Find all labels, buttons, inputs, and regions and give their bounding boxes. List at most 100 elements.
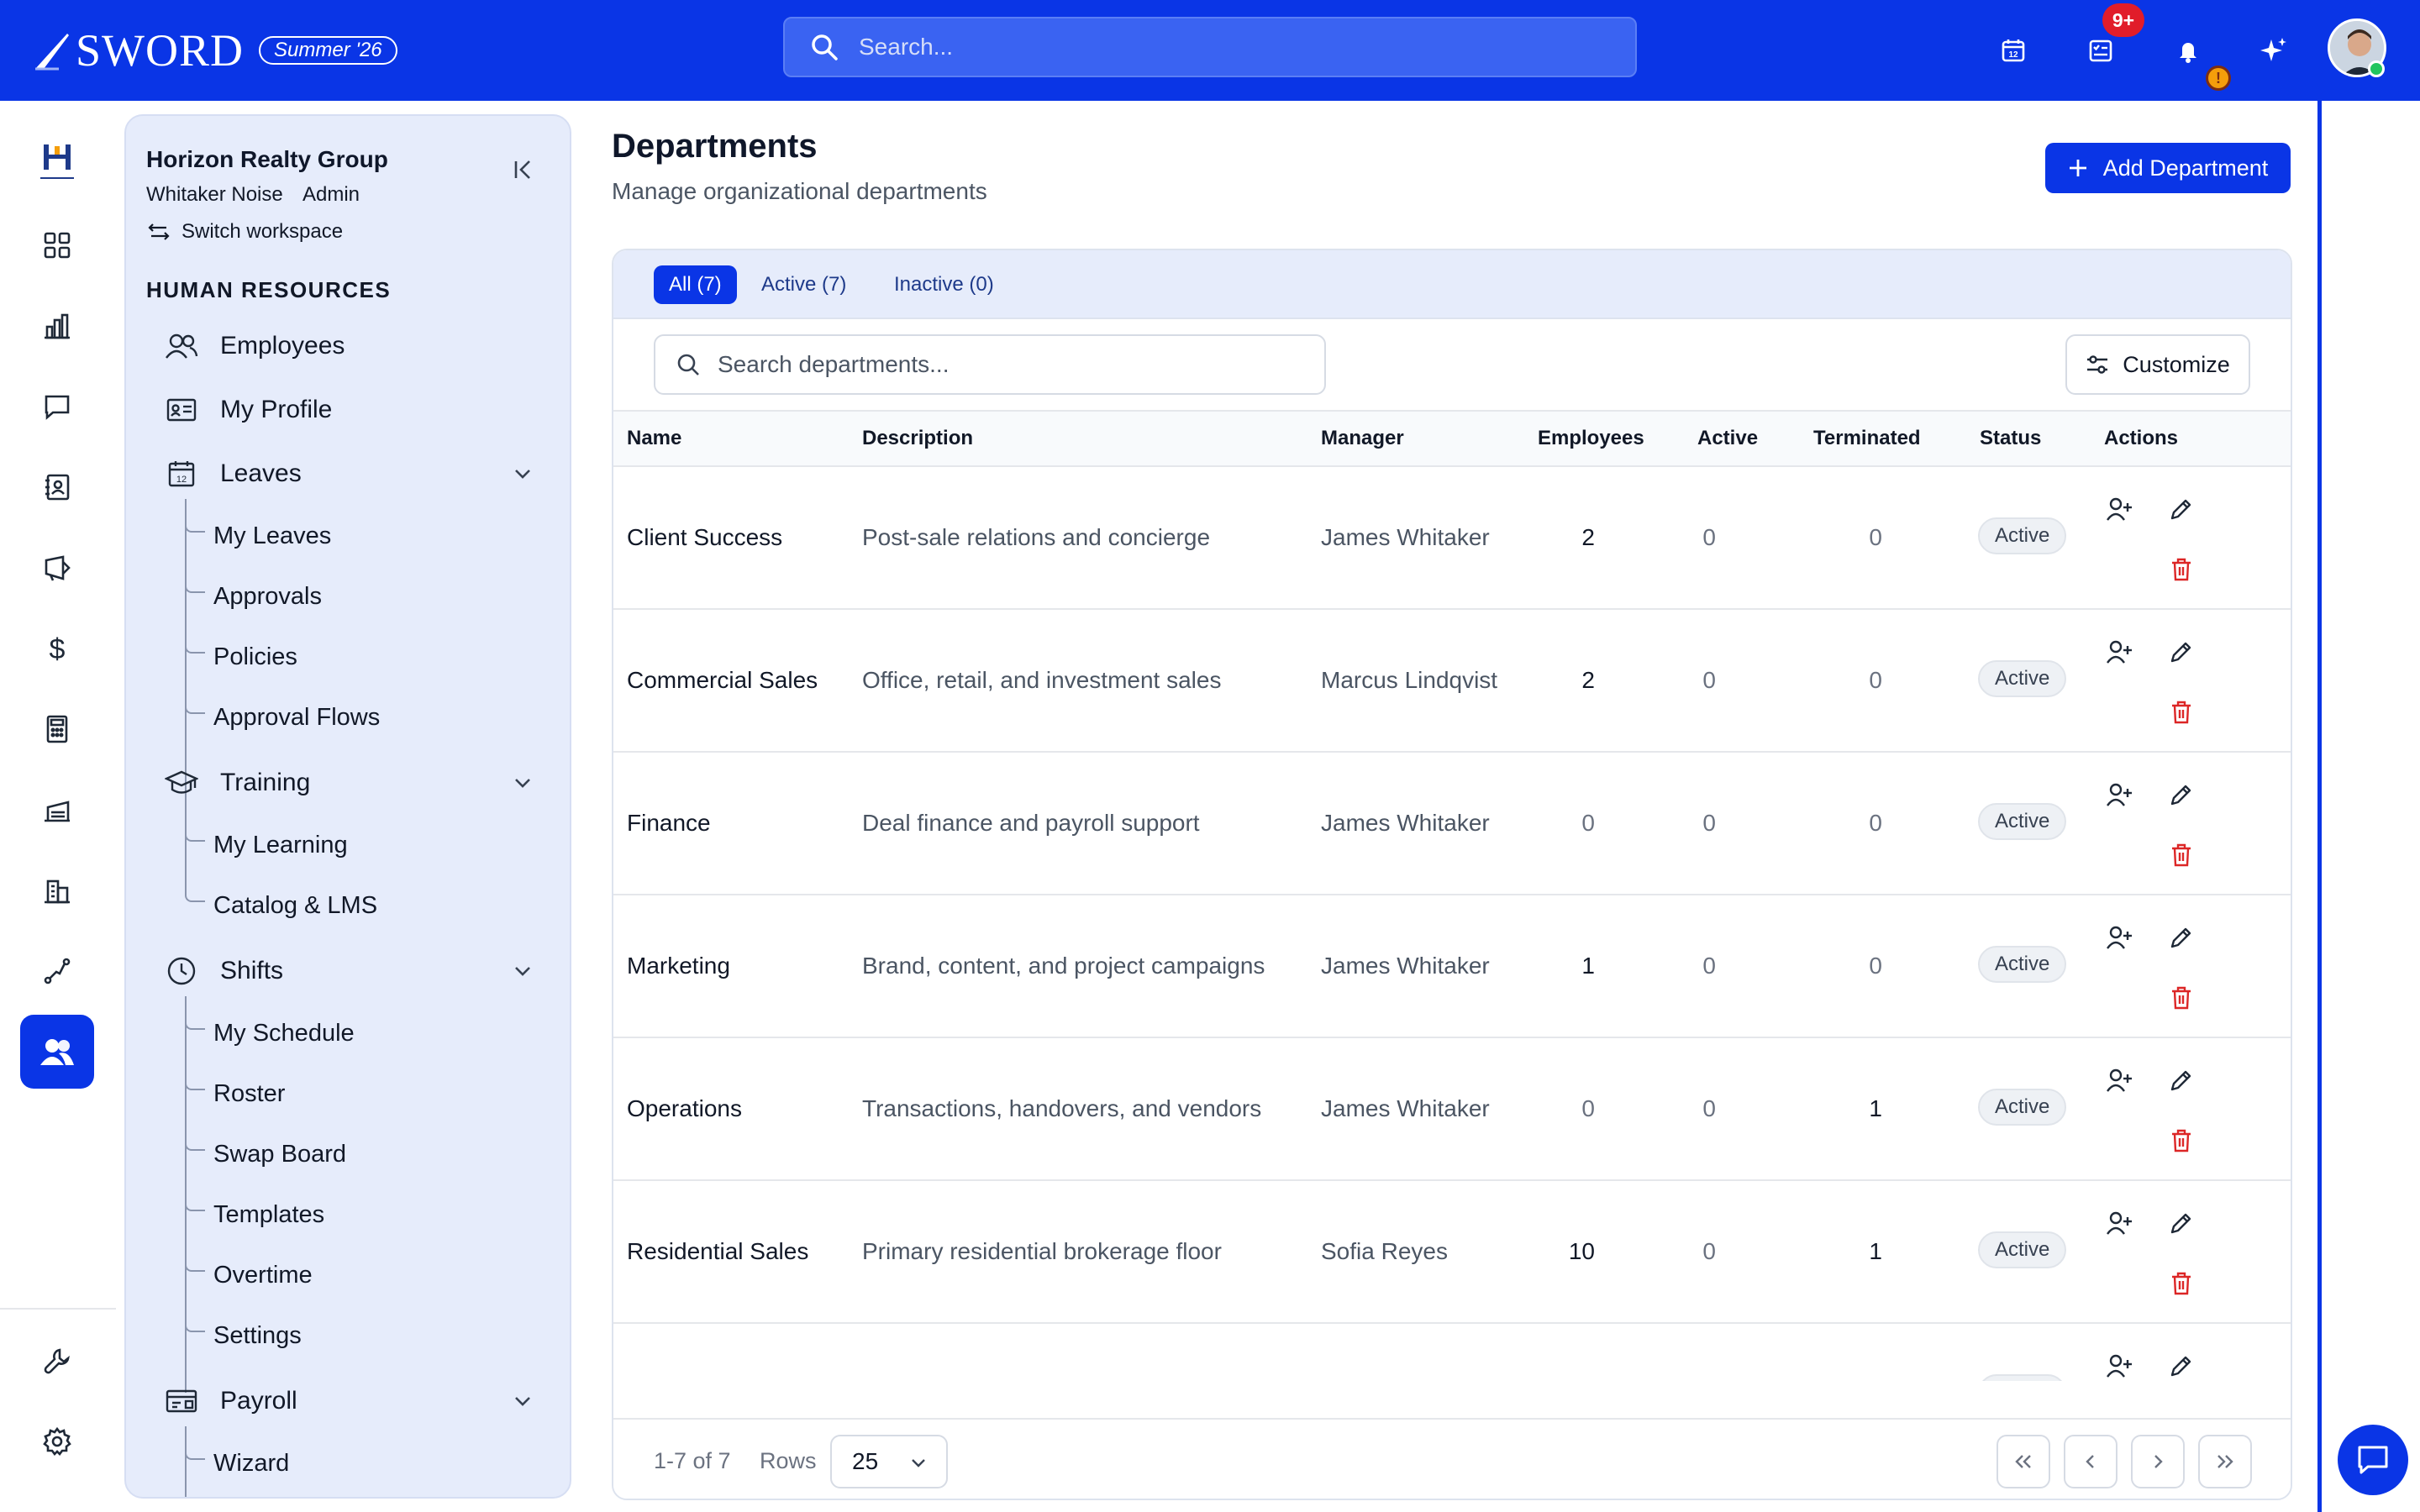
department-terminated-count: 1 — [1869, 1095, 1882, 1121]
column-header[interactable]: Terminated — [1813, 427, 1921, 450]
next-page-button[interactable] — [2131, 1435, 2185, 1488]
edit-icon[interactable] — [2165, 921, 2198, 954]
sidebar-item-leaves[interactable]: 12 Leaves — [126, 450, 570, 497]
column-header[interactable]: Name — [627, 427, 681, 450]
sidebar-item-approvals[interactable]: Approvals — [126, 575, 570, 618]
delete-icon[interactable] — [2165, 981, 2198, 1015]
chevron-down-icon[interactable] — [511, 771, 534, 795]
edit-icon[interactable] — [2165, 1349, 2198, 1381]
wrench-icon[interactable] — [20, 1324, 94, 1398]
department-name[interactable]: Commercial Sales — [627, 667, 818, 694]
chat-fab[interactable] — [2338, 1425, 2408, 1495]
column-header[interactable]: Status — [1980, 427, 2041, 450]
edit-icon[interactable] — [2165, 1206, 2198, 1240]
brand[interactable]: SWORD Summer '26 — [34, 24, 397, 77]
sidebar-item-overtime[interactable]: Overtime — [126, 1253, 570, 1297]
workspace-user: Whitaker Noise — [146, 183, 283, 206]
chevron-down-icon[interactable] — [511, 959, 534, 983]
sidebar-item-shifts[interactable]: Shifts — [126, 948, 570, 995]
collapse-sidebar-icon[interactable] — [509, 155, 539, 185]
customize-button[interactable]: Customize — [2065, 334, 2250, 395]
dollar-icon[interactable]: $ — [20, 612, 94, 685]
edit-icon[interactable] — [2165, 635, 2198, 669]
global-search[interactable] — [783, 17, 1637, 77]
first-page-button[interactable] — [1996, 1435, 2050, 1488]
edit-icon[interactable] — [2165, 1063, 2198, 1097]
assign-member-icon[interactable] — [2102, 1206, 2136, 1240]
column-header[interactable]: Employees — [1538, 427, 1644, 450]
table-row[interactable]: Finance Deal finance and payroll support J… — [613, 753, 2291, 895]
department-name[interactable]: Marketing — [627, 953, 730, 979]
bell-icon[interactable] — [2168, 30, 2208, 71]
delete-icon[interactable] — [2165, 1124, 2198, 1158]
chat-icon[interactable] — [20, 370, 94, 444]
department-search[interactable] — [654, 334, 1326, 395]
chevron-down-icon[interactable] — [511, 462, 534, 486]
edit-icon[interactable] — [2165, 778, 2198, 811]
global-search-input[interactable] — [859, 34, 1615, 60]
sidebar-item-my-schedule[interactable]: My Schedule — [126, 1011, 570, 1055]
sidebar-item-catalog-lms[interactable]: Catalog & LMS — [126, 884, 570, 927]
route-icon[interactable] — [20, 934, 94, 1008]
tab-active[interactable]: Active (7) — [746, 265, 861, 304]
sidebar-item-my-profile[interactable]: My Profile — [126, 386, 570, 433]
table-row[interactable]: Commercial Sales Office, retail, and inve… — [613, 610, 2291, 753]
tab-inactive[interactable]: Inactive (0) — [879, 265, 1009, 304]
sidebar-item-employees[interactable]: Employees — [126, 323, 570, 370]
sidebar-item-templates[interactable]: Templates — [126, 1193, 570, 1236]
switch-workspace-button[interactable]: Switch workspace — [148, 220, 343, 244]
people-icon[interactable] — [20, 1015, 94, 1089]
buildings-icon[interactable] — [20, 853, 94, 927]
calculator-icon[interactable] — [20, 692, 94, 766]
dashboard-icon[interactable] — [20, 208, 94, 282]
add-department-button[interactable]: Add Department — [2045, 143, 2291, 193]
table-row[interactable]: Client Success Post-sale relations and co… — [613, 467, 2291, 610]
sidebar-item-approval-flows[interactable]: Approval Flows — [126, 696, 570, 739]
sidebar-item-settings[interactable]: Settings — [126, 1314, 570, 1357]
previous-page-button[interactable] — [2064, 1435, 2118, 1488]
contacts-icon[interactable] — [20, 450, 94, 524]
sidebar-item-my-learning[interactable]: My Learning — [126, 823, 570, 867]
edit-icon[interactable] — [2165, 492, 2198, 526]
sparkle-icon[interactable] — [2254, 30, 2294, 71]
column-header[interactable]: Manager — [1321, 427, 1404, 450]
column-header[interactable]: Active — [1697, 427, 1758, 450]
assign-member-icon[interactable] — [2102, 492, 2136, 526]
chart-icon[interactable] — [20, 289, 94, 363]
sidebar-item-training[interactable]: Training — [126, 759, 570, 806]
property-icon[interactable] — [20, 773, 94, 847]
sidebar-item-wizard[interactable]: Wizard — [126, 1441, 570, 1485]
sidebar-item-policies[interactable]: Policies — [126, 635, 570, 679]
table-row[interactable]: Sales LeadershipSales directors and mark… — [613, 1324, 2291, 1381]
delete-icon[interactable] — [2165, 696, 2198, 729]
last-page-button[interactable] — [2198, 1435, 2252, 1488]
column-header[interactable]: Description — [862, 427, 973, 450]
assign-member-icon[interactable] — [2102, 635, 2136, 669]
horizon-logo-icon[interactable] — [29, 134, 86, 192]
assign-member-icon[interactable] — [2102, 778, 2136, 811]
department-name[interactable]: Client Success — [627, 524, 782, 551]
department-name[interactable]: Operations — [627, 1095, 742, 1122]
sidebar-item-swap-board[interactable]: Swap Board — [126, 1132, 570, 1176]
assign-member-icon[interactable] — [2102, 1349, 2136, 1381]
delete-icon[interactable] — [2165, 553, 2198, 586]
tab-all[interactable]: All (7) — [654, 265, 737, 304]
sidebar-item-my-leaves[interactable]: My Leaves — [126, 514, 570, 558]
delete-icon[interactable] — [2165, 1267, 2198, 1300]
table-row[interactable]: Marketing Brand, content, and project cam… — [613, 895, 2291, 1038]
department-name[interactable]: Finance — [627, 810, 711, 837]
sidebar-item-roster[interactable]: Roster — [126, 1072, 570, 1116]
assign-member-icon[interactable] — [2102, 921, 2136, 954]
sidebar-item-payroll[interactable]: Payroll — [126, 1378, 570, 1425]
assign-member-icon[interactable] — [2102, 1063, 2136, 1097]
delete-icon[interactable] — [2165, 838, 2198, 872]
calendar-icon[interactable]: 12 — [1993, 30, 2033, 71]
gear-icon[interactable] — [20, 1404, 94, 1478]
chevron-down-icon[interactable] — [511, 1389, 534, 1413]
department-search-input[interactable] — [718, 351, 1306, 378]
table-row[interactable]: Operations Transactions, handovers, and v… — [613, 1038, 2291, 1181]
megaphone-icon[interactable] — [20, 531, 94, 605]
table-row[interactable]: Residential Sales Primary residential bro… — [613, 1181, 2291, 1324]
rows-per-page-select[interactable]: 25 — [830, 1435, 948, 1488]
department-name[interactable]: Residential Sales — [627, 1238, 808, 1265]
